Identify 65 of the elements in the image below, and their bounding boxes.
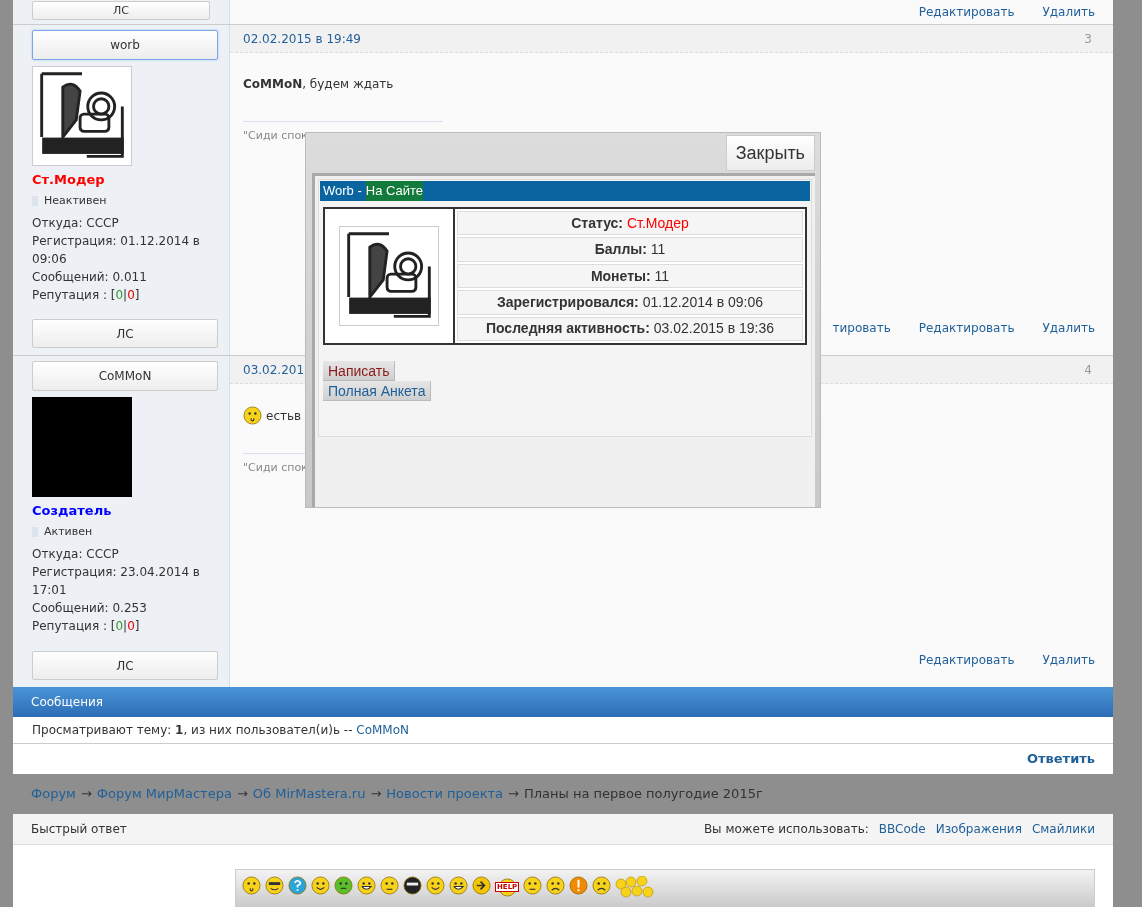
smiley-icon[interactable] bbox=[334, 876, 353, 895]
smiley-icon[interactable] bbox=[546, 876, 566, 895]
formatting-link[interactable]: Изображения bbox=[935, 820, 1022, 838]
profile-field: Зарегистрировался: 01.12.2014 в 09:06 bbox=[457, 290, 803, 315]
breadcrumb-current: Планы на первое полугодие 2015г bbox=[524, 785, 763, 804]
post-number: 4 bbox=[1084, 361, 1093, 379]
user-registration: Регистрация: 01.12.2014 в 09:06 bbox=[32, 233, 201, 268]
post-action-link[interactable]: Редактировать bbox=[918, 319, 1015, 337]
post-text: CoMMoN, будем ждать bbox=[243, 76, 394, 93]
pm-button[interactable]: ЛС bbox=[32, 319, 218, 348]
post-date: 02.02.2015 в 19:49 bbox=[243, 30, 361, 48]
profile-field: Последняя активность: 03.02.2015 в 19:36 bbox=[457, 316, 803, 342]
post-text: естьв bbox=[266, 407, 302, 425]
messages-bar: Сообщения bbox=[13, 687, 1113, 717]
smiley-icon[interactable] bbox=[380, 876, 399, 895]
breadcrumb-separator: → bbox=[508, 785, 519, 804]
smiley-icon[interactable] bbox=[523, 876, 543, 895]
post-action-link[interactable]: Удалить bbox=[1042, 651, 1095, 669]
post-action-link[interactable]: Редактировать bbox=[918, 3, 1015, 21]
user-reputation: Репутация : [0|0] bbox=[32, 287, 141, 304]
breadcrumb-separator: → bbox=[370, 785, 382, 804]
post-date: 03.02.201 bbox=[243, 361, 305, 379]
smiley-icon[interactable] bbox=[592, 876, 612, 895]
post-action-link[interactable]: тировать bbox=[832, 319, 891, 337]
quick-reply-title: Быстрый ответ bbox=[31, 821, 127, 838]
pm-button[interactable]: ЛС bbox=[32, 651, 218, 680]
formatting-hint: Вы можете использовать: bbox=[703, 821, 869, 838]
formatting-link[interactable]: BBCode bbox=[878, 820, 926, 838]
user-from: Откуда: СССР bbox=[32, 546, 120, 563]
smiley-icon[interactable] bbox=[357, 876, 376, 895]
breadcrumb-separator: → bbox=[236, 785, 248, 804]
user-messages: Сообщений: 0.253 bbox=[32, 600, 148, 617]
post-number: 3 bbox=[1084, 30, 1093, 48]
post-action-link[interactable]: Удалить bbox=[1042, 319, 1095, 337]
breadcrumb-separator: → bbox=[80, 785, 92, 804]
profile-field: Баллы: 11 bbox=[457, 237, 803, 262]
profile-field: Монеты: 11 bbox=[457, 263, 803, 289]
user-reputation: Репутация : [0|0] bbox=[32, 618, 141, 635]
write-button[interactable]: Написать bbox=[323, 361, 396, 381]
viewers-text: Просматривают тему: 1, из них пользовател(и)ь -- CoMMoN bbox=[32, 722, 410, 739]
profile-name: Worb - bbox=[323, 182, 362, 201]
pm-button[interactable]: ЛС bbox=[32, 1, 210, 20]
reply-link[interactable]: Ответить bbox=[1026, 749, 1095, 769]
user-from: Откуда: СССР bbox=[32, 215, 120, 232]
smiley-icon[interactable] bbox=[472, 876, 491, 895]
user-rank: Создатель bbox=[32, 502, 113, 520]
user-messages: Сообщений: 0.011 bbox=[32, 269, 148, 286]
smiley-icon[interactable] bbox=[243, 406, 262, 425]
username-button[interactable]: CoMMoN bbox=[32, 361, 218, 391]
profile-field: Статус: Ст.Модер bbox=[457, 211, 803, 236]
user-status: Неактивен bbox=[44, 193, 107, 209]
profile-button[interactable]: Полная Анкета bbox=[323, 381, 432, 401]
user-status: Активен bbox=[44, 524, 93, 540]
user-rank: Ст.Модер bbox=[32, 171, 106, 189]
user-link[interactable]: CoMMoN bbox=[356, 723, 410, 737]
post-action-link[interactable]: Удалить bbox=[1042, 3, 1095, 21]
smiley-icon[interactable] bbox=[403, 876, 422, 895]
formatting-link[interactable]: Смайлики bbox=[1031, 820, 1095, 838]
user-registration: Регистрация: 23.04.2014 в 17:01 bbox=[32, 564, 201, 599]
close-button[interactable]: Закрыть bbox=[725, 135, 815, 171]
online-status: На Сайте bbox=[365, 181, 424, 201]
smiley-icon[interactable] bbox=[265, 876, 284, 895]
smiley-icon[interactable] bbox=[449, 876, 468, 895]
post-action-link[interactable]: Редактировать bbox=[918, 651, 1015, 669]
username-button[interactable]: worb bbox=[32, 30, 218, 60]
